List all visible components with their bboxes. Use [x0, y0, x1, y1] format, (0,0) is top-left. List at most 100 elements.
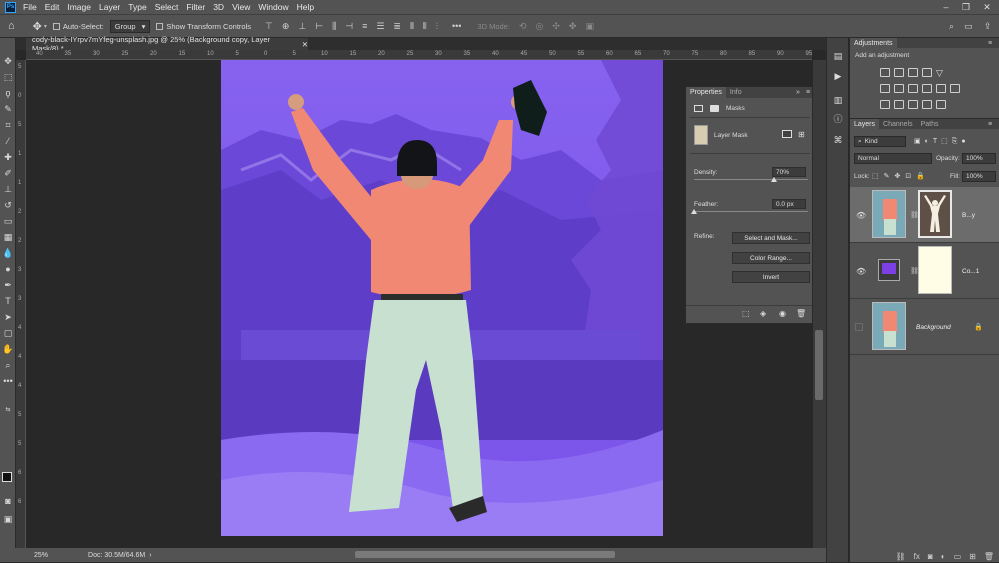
color-balance-icon[interactable]	[894, 84, 904, 93]
info-icon[interactable]: ⓘ	[832, 112, 844, 124]
brightness-contrast-icon[interactable]	[880, 68, 890, 77]
menu-select[interactable]: Select	[155, 2, 179, 12]
move-tool-preset-icon[interactable]: ✥	[33, 20, 42, 33]
color-lookup-icon[interactable]	[950, 84, 960, 93]
add-pixel-mask-icon[interactable]	[782, 130, 792, 138]
tab-paths[interactable]: Paths	[917, 119, 943, 129]
home-icon[interactable]: ⌂	[8, 20, 15, 32]
exposure-icon[interactable]	[922, 68, 932, 77]
distribute-top-icon[interactable]: ≡	[362, 21, 367, 31]
styles-icon[interactable]: ⌘	[832, 134, 844, 146]
link-layers-icon[interactable]: ⛓	[896, 552, 906, 561]
density-slider[interactable]	[694, 179, 808, 180]
new-group-icon[interactable]: ▭	[954, 552, 962, 561]
align-bottom-icon[interactable]: ⊥	[298, 21, 306, 32]
delete-layer-icon[interactable]: 🗑	[984, 552, 994, 561]
eye-icon[interactable]: 👁	[856, 211, 866, 220]
collapse-panel-icon[interactable]: »	[796, 89, 800, 96]
feather-input[interactable]: 0.0 px	[772, 199, 806, 209]
menu-file[interactable]: File	[23, 2, 37, 12]
pixel-mask-icon[interactable]	[694, 105, 703, 112]
eraser-tool-icon[interactable]: ▭	[0, 214, 16, 228]
delete-mask-icon[interactable]: 🗑	[796, 309, 806, 318]
eyedropper-tool-icon[interactable]: ⁄	[0, 134, 16, 148]
align-top-icon[interactable]: ⊤	[265, 21, 273, 32]
document-tab[interactable]: cody-black-IYrpv7mYfeg-unsplash.jpg @ 25…	[26, 35, 308, 53]
checkbox-icon[interactable]	[52, 22, 60, 30]
invert-button[interactable]: Invert	[732, 271, 810, 283]
minimize-icon[interactable]: –	[936, 0, 956, 14]
layer-mask-thumbnail[interactable]	[918, 190, 952, 238]
layer-row-color-fill[interactable]: 👁 ⛓ Co...1	[850, 243, 999, 299]
black-white-icon[interactable]	[908, 84, 918, 93]
distribute-left-icon[interactable]: ⦀	[410, 21, 414, 32]
menu-layer[interactable]: Layer	[99, 2, 120, 12]
layer-name[interactable]: Background	[916, 324, 951, 331]
pen-tool-icon[interactable]: ✒	[0, 278, 16, 292]
feather-slider[interactable]	[694, 211, 808, 212]
3d-scale-icon[interactable]: ▣	[585, 21, 594, 32]
select-and-mask-button[interactable]: Select and Mask...	[732, 232, 810, 244]
gradient-tool-icon[interactable]: ▦	[0, 230, 16, 244]
threshold-icon[interactable]	[908, 100, 918, 109]
panel-menu-icon[interactable]: ≡	[988, 121, 992, 128]
layer-name[interactable]: B...y	[962, 212, 975, 219]
levels-icon[interactable]	[894, 68, 904, 77]
invert-adjustment-icon[interactable]	[880, 100, 890, 109]
brush-tool-icon[interactable]: ✐	[0, 166, 16, 180]
dodge-tool-icon[interactable]: ●	[0, 262, 16, 276]
status-menu-icon[interactable]: ›	[149, 552, 151, 559]
density-input[interactable]: 70%	[772, 167, 806, 177]
opacity-input[interactable]: 100%	[962, 153, 996, 164]
show-transform-controls-checkbox[interactable]: Show Transform Controls	[156, 22, 251, 31]
menu-3d[interactable]: 3D	[213, 2, 224, 12]
layer-row-background-copy[interactable]: 👁 ⛓ B...y	[850, 187, 999, 243]
visibility-toggle-empty[interactable]	[855, 323, 863, 331]
menu-window[interactable]: Window	[258, 2, 288, 12]
distribute-hcenter-icon[interactable]: ⫴	[423, 21, 427, 32]
3d-pan-icon[interactable]: ✣	[552, 21, 560, 32]
crop-tool-icon[interactable]: ⌗	[0, 118, 16, 132]
blur-tool-icon[interactable]: 💧	[0, 246, 16, 260]
foreground-color-swatch[interactable]	[2, 472, 12, 482]
apply-mask-icon[interactable]: ◈	[760, 309, 766, 318]
more-options-icon[interactable]: •••	[452, 21, 461, 31]
swap-colors-icon[interactable]: ⇆	[0, 404, 16, 414]
checkbox-icon[interactable]	[156, 22, 164, 30]
zoom-tool-icon[interactable]: ⌕	[0, 358, 16, 372]
panel-menu-icon[interactable]: ≡	[806, 89, 810, 96]
vertical-scrollbar[interactable]	[813, 60, 826, 548]
horizontal-scrollbar-thumb[interactable]	[355, 551, 615, 558]
layer-style-icon[interactable]: fx	[914, 552, 920, 561]
lock-icons[interactable]: ⬚✎✥⊡🔒	[872, 172, 930, 180]
vertical-scrollbar-thumb[interactable]	[815, 330, 823, 400]
menu-edit[interactable]: Edit	[45, 2, 60, 12]
layer-filter-kind-select[interactable]: ⌕ Kind	[854, 136, 906, 147]
color-range-button[interactable]: Color Range...	[732, 252, 810, 264]
share-icon[interactable]: ⇪	[984, 21, 992, 32]
document-canvas[interactable]	[221, 60, 663, 536]
align-right-icon[interactable]: ⊣	[345, 21, 353, 32]
hue-saturation-icon[interactable]	[880, 84, 890, 93]
layer-name[interactable]: Co...1	[962, 268, 979, 275]
screen-mode-icon[interactable]: ▣	[0, 512, 16, 526]
selective-color-icon[interactable]	[922, 100, 932, 109]
channel-mixer-icon[interactable]	[936, 84, 946, 93]
healing-brush-tool-icon[interactable]: ✚	[0, 150, 16, 164]
layer-mask-thumbnail[interactable]	[918, 246, 952, 294]
layer-filter-icons[interactable]: ▣◐T⬚⎘●	[914, 137, 970, 146]
tab-channels[interactable]: Channels	[879, 119, 917, 129]
move-tool-icon[interactable]: ✥	[0, 54, 16, 68]
edit-toolbar-icon[interactable]: •••	[0, 374, 16, 388]
photo-filter-icon[interactable]	[922, 84, 932, 93]
search-icon[interactable]: ⌕	[949, 21, 954, 32]
play-actions-icon[interactable]: ▶	[832, 70, 844, 82]
add-mask-icon[interactable]: ◙	[928, 552, 933, 561]
feather-slider-knob[interactable]	[691, 209, 697, 214]
toggle-mask-visibility-icon[interactable]: ◉	[779, 309, 786, 318]
menu-type[interactable]: Type	[128, 2, 146, 12]
clone-stamp-tool-icon[interactable]: ⊥	[0, 182, 16, 196]
vector-mask-icon[interactable]	[710, 105, 719, 112]
history-brush-tool-icon[interactable]: ↺	[0, 198, 16, 212]
quick-mask-icon[interactable]: ◙	[0, 494, 16, 508]
